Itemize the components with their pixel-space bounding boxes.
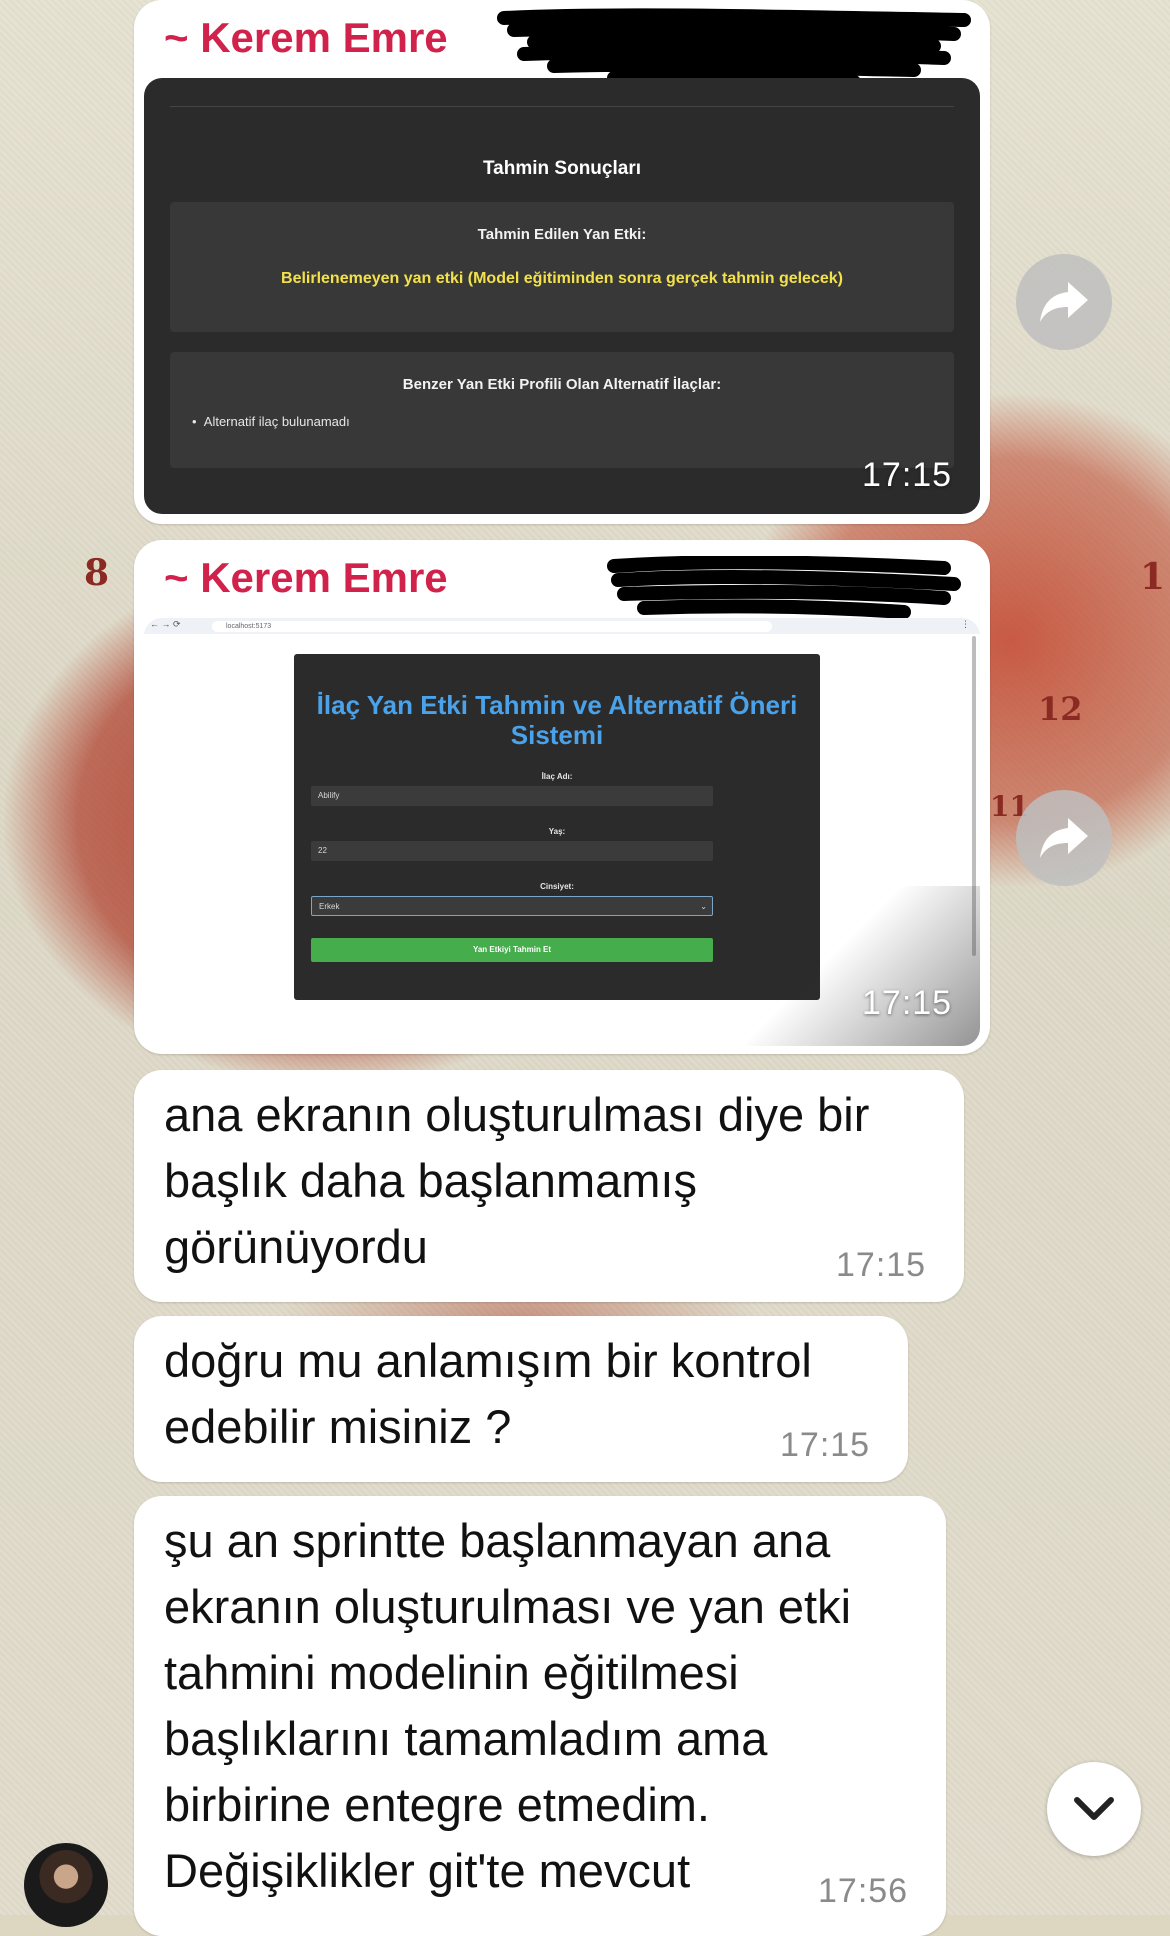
wallpaper-number: 1 [1140, 556, 1166, 598]
message-bubble[interactable]: şu an sprintte başlanmayan ana ekranın o… [134, 1496, 946, 1936]
drug-input[interactable]: Abilify [311, 786, 713, 806]
message-time: 17:15 [836, 1246, 927, 1284]
message-time: 17:15 [862, 456, 953, 494]
message-line: görünüyordu [164, 1220, 428, 1273]
message-line: edebilir misiniz ? [164, 1400, 512, 1453]
gender-select[interactable]: Erkek ⌄ [311, 896, 713, 916]
chevron-down-icon [1074, 1797, 1114, 1820]
forward-icon [1040, 282, 1088, 322]
app-title-text: İlaç Yan Etki Tahmin ve Alternatif Öneri… [316, 690, 798, 750]
chevron-down-icon: ⌄ [700, 902, 707, 911]
wallpaper-number: 8 [84, 552, 110, 594]
message-text[interactable]: doğru mu anlamışım bir kontrol edebilir … [164, 1328, 812, 1460]
message-text[interactable]: şu an sprintte başlanmayan ana ekranın o… [164, 1508, 851, 1904]
redaction-scribble [497, 8, 971, 88]
message-line: tahmini modelinin eğitilmesi [164, 1646, 739, 1699]
message-time: 17:56 [818, 1872, 909, 1910]
results-title: Tahmin Sonuçları [482, 158, 641, 179]
alternatives-item-text: Alternatif ilaç bulunamadı [203, 414, 350, 429]
alternatives-panel: Benzer Yan Etki Profili Olan Alternatif … [170, 352, 954, 468]
message-text[interactable]: ana ekranın oluşturulması diye bir başlı… [164, 1082, 869, 1280]
message-line: şu an sprintte başlanmayan ana [164, 1514, 831, 1567]
message-time: 17:15 [780, 1426, 871, 1464]
age-label: Yaş: [548, 827, 566, 836]
redaction-scribble [607, 556, 961, 619]
message-line: ana ekranın oluşturulması diye bir [164, 1088, 870, 1141]
message-bubble[interactable]: ana ekranın oluşturulması diye bir başlı… [134, 1070, 964, 1302]
avatar[interactable] [24, 1843, 108, 1927]
nav-arrows-icon: ← → ⟳ [150, 619, 181, 629]
message-time: 17:15 [862, 984, 953, 1022]
message-line: birbirine entegre etmedim. [164, 1778, 710, 1831]
scroll-down-button[interactable] [1047, 1762, 1141, 1856]
app-title: İlaç Yan Etki Tahmin ve Alternatif Öneri… [294, 690, 820, 750]
message-bubble[interactable]: ~ Kerem Emre ← → ⟳ localhost:5173 ⋮ İlaç… [134, 540, 990, 1054]
message-bubble[interactable]: ~ Kerem Emre Tahmin Sonuçları Tahmin Edi… [134, 0, 990, 524]
predicted-label: Tahmin Edilen Yan Etki: [477, 226, 647, 243]
message-line: doğru mu anlamışım bir kontrol [164, 1334, 812, 1387]
browser-menu-icon: ⋮ [961, 619, 970, 629]
predict-button[interactable]: Yan Etkiyi Tahmin Et [311, 938, 713, 962]
message-line: ekranın oluşturulması ve yan etki [164, 1580, 852, 1633]
gender-select-value: Erkek [319, 902, 340, 911]
sender-name[interactable]: ~ Kerem Emre [164, 554, 448, 602]
alternatives-list-item: • Alternatif ilaç bulunamadı [192, 414, 350, 429]
predicted-value: Belirlenemeyen yan etki (Model eğitimind… [281, 270, 843, 287]
sender-name[interactable]: ~ Kerem Emre [164, 14, 448, 62]
screenshot-browser-form[interactable]: ← → ⟳ localhost:5173 ⋮ İlaç Yan Etki Tah… [144, 618, 980, 1046]
message-line: Değişiklikler git'te mevcut [164, 1844, 691, 1897]
message-line: başlık daha başlanmamış [164, 1154, 697, 1207]
browser-toolbar: ← → ⟳ localhost:5173 ⋮ [144, 618, 980, 634]
forward-button[interactable] [1016, 254, 1112, 350]
screenshot-prediction-results[interactable]: Tahmin Sonuçları Tahmin Edilen Yan Etki:… [144, 78, 980, 514]
address-bar[interactable]: localhost:5173 [212, 621, 772, 632]
message-line: başlıklarını tamamladım ama [164, 1712, 768, 1765]
wallpaper-number: 12 [1038, 690, 1083, 728]
prediction-panel: Tahmin Edilen Yan Etki: Belirlenemeyen y… [170, 202, 954, 332]
forward-button[interactable] [1016, 790, 1112, 886]
forward-icon [1040, 818, 1088, 858]
alternatives-label: Benzer Yan Etki Profili Olan Alternatif … [402, 376, 722, 393]
message-bubble[interactable]: doğru mu anlamışım bir kontrol edebilir … [134, 1316, 908, 1482]
drug-label: İlaç Adı: [541, 772, 573, 781]
age-input[interactable]: 22 [311, 841, 713, 861]
